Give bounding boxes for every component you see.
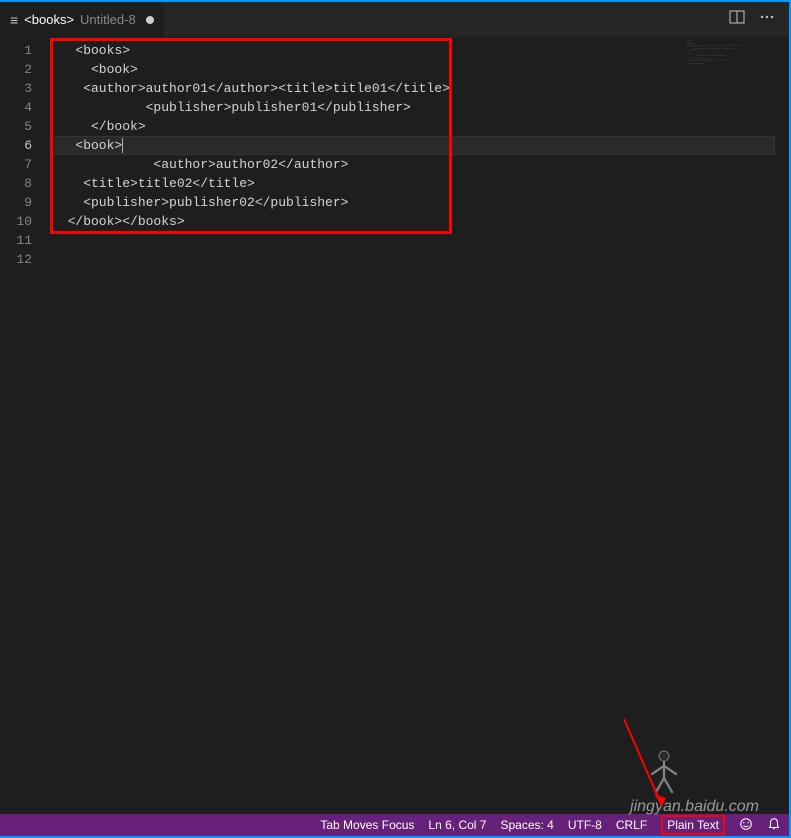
split-editor-icon[interactable] bbox=[729, 9, 745, 30]
editor: 123456789101112 <books> <book> <author>a… bbox=[0, 37, 789, 814]
tab-group: ≡ <books> Untitled-8 bbox=[0, 2, 164, 37]
line-number: 11 bbox=[0, 231, 32, 250]
status-bar: Tab Moves Focus Ln 6, Col 7 Spaces: 4 UT… bbox=[0, 814, 789, 836]
status-cursor-position[interactable]: Ln 6, Col 7 bbox=[428, 818, 486, 832]
editor-actions bbox=[729, 9, 789, 30]
tab-subtitle: Untitled-8 bbox=[80, 12, 136, 27]
line-number: 4 bbox=[0, 98, 32, 117]
code-line[interactable]: <author>author02</author> bbox=[50, 155, 775, 174]
dirty-indicator-icon bbox=[146, 16, 154, 24]
line-number: 6 bbox=[0, 136, 32, 155]
watermark-logo-icon bbox=[644, 748, 684, 796]
file-icon: ≡ bbox=[10, 12, 18, 28]
code-line[interactable]: <books> bbox=[50, 41, 775, 60]
line-number: 2 bbox=[0, 60, 32, 79]
feedback-icon[interactable] bbox=[739, 817, 753, 834]
editor-tab[interactable]: ≡ <books> Untitled-8 bbox=[0, 2, 164, 37]
status-tab-moves-focus[interactable]: Tab Moves Focus bbox=[320, 818, 414, 832]
code-line[interactable] bbox=[50, 231, 775, 250]
status-eol[interactable]: CRLF bbox=[616, 818, 647, 832]
minimap[interactable]: <books> <book> <author>author01</author>… bbox=[685, 40, 775, 80]
status-language-mode[interactable]: Plain Text bbox=[661, 815, 725, 835]
tab-bar: ≡ <books> Untitled-8 bbox=[0, 2, 789, 37]
code-line[interactable]: <publisher>publisher02</publisher> bbox=[50, 193, 775, 212]
code-line[interactable]: </book> bbox=[50, 117, 775, 136]
status-encoding[interactable]: UTF-8 bbox=[568, 818, 602, 832]
text-cursor bbox=[122, 138, 123, 153]
scrollbar-track[interactable] bbox=[775, 37, 789, 814]
tab-title: <books> bbox=[24, 12, 74, 27]
line-number: 1 bbox=[0, 41, 32, 60]
code-area[interactable]: <books> <book> <author>author01</author>… bbox=[50, 37, 775, 814]
more-icon[interactable] bbox=[759, 9, 775, 30]
notifications-icon[interactable] bbox=[767, 817, 781, 834]
code-line[interactable]: <book> bbox=[50, 136, 775, 155]
status-indentation[interactable]: Spaces: 4 bbox=[500, 818, 553, 832]
line-number: 12 bbox=[0, 250, 32, 269]
line-number: 5 bbox=[0, 117, 32, 136]
watermark-text: jingyan.baidu.com bbox=[630, 798, 759, 816]
line-number: 10 bbox=[0, 212, 32, 231]
code-line[interactable] bbox=[50, 250, 775, 269]
line-number-gutter: 123456789101112 bbox=[0, 37, 50, 814]
line-number: 8 bbox=[0, 174, 32, 193]
line-number: 3 bbox=[0, 79, 32, 98]
line-number: 7 bbox=[0, 155, 32, 174]
line-number: 9 bbox=[0, 193, 32, 212]
code-line[interactable]: <author>author01</author><title>title01<… bbox=[50, 79, 775, 98]
code-line[interactable]: <title>title02</title> bbox=[50, 174, 775, 193]
code-line[interactable]: </book></books> bbox=[50, 212, 775, 231]
code-line[interactable]: <publisher>publisher01</publisher> bbox=[50, 98, 775, 117]
code-line[interactable]: <book> bbox=[50, 60, 775, 79]
